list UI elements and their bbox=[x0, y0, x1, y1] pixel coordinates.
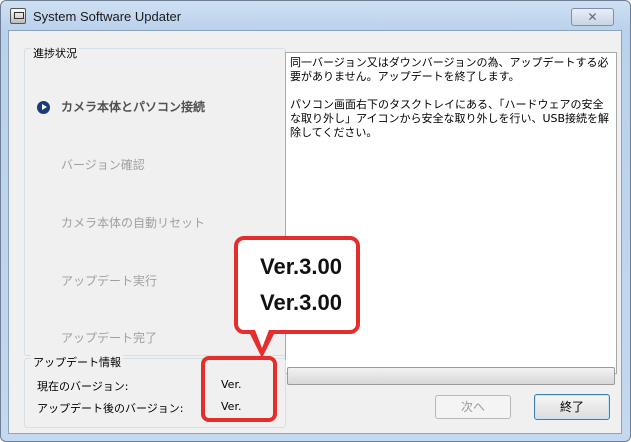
window-title: System Software Updater bbox=[33, 9, 182, 24]
step-version-check: バージョン確認 bbox=[61, 158, 145, 172]
step-update-run: アップデート実行 bbox=[61, 274, 158, 288]
step-connect: カメラ本体とパソコン接続 bbox=[61, 100, 206, 114]
exit-button[interactable]: 終了 bbox=[534, 394, 610, 420]
callout-after-version: Ver.3.00 bbox=[260, 290, 342, 315]
step-update-done: アップデート完了 bbox=[61, 331, 158, 345]
play-arrow-icon bbox=[37, 101, 50, 114]
version-highlight-box bbox=[201, 356, 277, 422]
progress-group-title: 進捗状況 bbox=[31, 45, 79, 61]
message-paragraph-1: 同一バージョン又はダウンバージョンの為、アップデートする必要がありません。アップ… bbox=[290, 56, 609, 83]
callout-pointer-inner bbox=[255, 330, 269, 348]
title-bar: System Software Updater ✕ bbox=[1, 1, 630, 31]
message-paragraph-2: パソコン画面右下のタスクトレイにある、「ハードウェアの安全な取り外し」アイコンか… bbox=[290, 98, 610, 139]
app-icon bbox=[10, 8, 26, 24]
step-auto-reset: カメラ本体の自動リセット bbox=[61, 216, 206, 230]
dialog-client-area: 進捗状況 カメラ本体とパソコン接続 バージョン確認 カメラ本体の自動リセット ア… bbox=[8, 30, 622, 434]
update-info-title: アップデート情報 bbox=[31, 354, 123, 370]
current-version-label: 現在のバージョン: bbox=[37, 380, 129, 393]
callout-current-version: Ver.3.00 bbox=[260, 254, 342, 279]
next-button[interactable]: 次へ bbox=[435, 395, 511, 419]
version-callout: Ver.3.00 Ver.3.00 bbox=[234, 236, 360, 334]
after-version-label: アップデート後のバージョン: bbox=[37, 402, 184, 415]
update-progress-bar bbox=[287, 367, 615, 385]
close-button[interactable]: ✕ bbox=[571, 8, 614, 26]
close-icon: ✕ bbox=[587, 10, 598, 24]
